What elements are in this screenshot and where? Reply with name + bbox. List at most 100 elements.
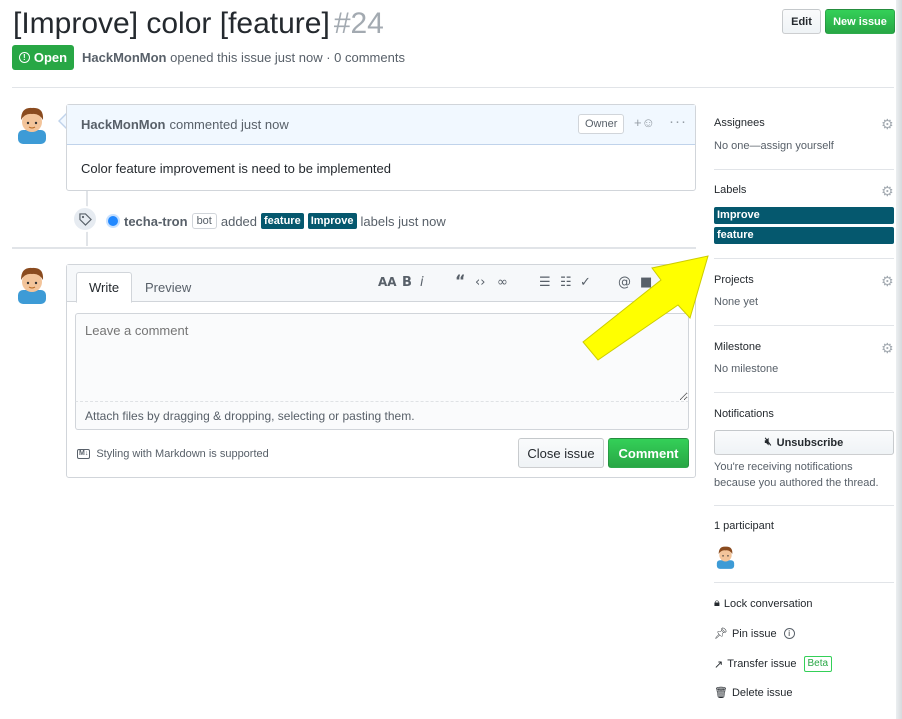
notifications-text: You're receiving notifications because y… — [714, 461, 879, 489]
window-edge — [896, 0, 902, 719]
tab-preview[interactable]: Preview — [133, 272, 203, 303]
header-divider — [12, 87, 894, 88]
comment: HackMonMon commented just now Owner +☺ ·… — [66, 104, 696, 191]
labels-heading[interactable]: Labels — [714, 184, 894, 196]
issue-opened-icon: ! — [18, 52, 30, 63]
issue-state-badge: ! Open — [12, 45, 74, 70]
saved-reply-icon[interactable]: ■ — [640, 275, 652, 290]
event-actor-link[interactable]: techa-tron — [124, 214, 188, 229]
trash-icon: 🗑︎ — [714, 687, 728, 699]
lock-label: Lock conversation — [723, 597, 813, 610]
sidebar-milestone: Milestone ⚙ No milestone — [714, 341, 894, 377]
add-reaction-icon[interactable]: +☺ — [634, 115, 655, 130]
issue-title: [Improve] color [feature] #24 — [13, 4, 384, 44]
task-list-icon[interactable]: ✓ — [580, 275, 591, 290]
unsubscribe-button[interactable]: 🔇︎ Unsubscribe — [714, 430, 894, 455]
info-icon[interactable]: i — [783, 628, 795, 639]
close-issue-button[interactable]: Close issue — [518, 438, 604, 468]
sidebar-divider — [714, 582, 894, 583]
event-label-improve[interactable]: Improve — [307, 213, 357, 229]
delete-label: Delete issue — [731, 686, 793, 699]
markdown-hint-text: Styling with Markdown is supported — [96, 448, 269, 460]
more-options-icon[interactable]: ··· — [669, 113, 687, 130]
new-comment-form: Write Preview AA B i “ ‹› ∞ ☰ ☷ ✓ @ ■ At… — [66, 264, 696, 478]
pin-label: Pin issue — [731, 627, 777, 640]
beta-badge: Beta — [803, 656, 833, 672]
notifications-heading: Notifications — [714, 408, 774, 420]
sidebar-divider — [714, 325, 894, 326]
author-avatar[interactable] — [15, 104, 49, 144]
numbered-list-icon[interactable]: ☷ — [560, 275, 572, 290]
assignees-text[interactable]: No one—assign yourself — [714, 138, 894, 154]
projects-gear-icon[interactable]: ⚙ — [881, 274, 894, 290]
state-label: Open — [33, 50, 68, 65]
event-suffix[interactable]: labels just now — [361, 214, 446, 229]
comment-timestamp[interactable]: commented just now — [170, 117, 289, 132]
comment-header: HackMonMon commented just now Owner +☺ ·… — [67, 105, 695, 145]
assignees-gear-icon[interactable]: ⚙ — [881, 117, 894, 133]
sidebar-divider — [714, 392, 894, 393]
milestone-gear-icon[interactable]: ⚙ — [881, 341, 894, 357]
italic-icon[interactable]: i — [420, 275, 424, 290]
file-attach-hint[interactable]: Attach files by dragging & dropping, sel… — [75, 402, 689, 430]
code-icon[interactable]: ‹› — [475, 275, 485, 290]
current-user-avatar[interactable] — [15, 264, 49, 304]
tab-write[interactable]: Write — [76, 272, 133, 303]
comment-body: Color feature improvement is need to be … — [81, 161, 391, 176]
markdown-hint[interactable]: M↓ Styling with Markdown is supported — [77, 448, 269, 460]
issue-author-link[interactable]: HackMonMon — [82, 50, 167, 65]
bot-avatar[interactable] — [106, 214, 120, 228]
link-icon[interactable]: ∞ — [497, 275, 508, 290]
milestone-text: No milestone — [714, 363, 779, 375]
issue-meta: HackMonMon opened this issue just now · … — [82, 50, 405, 65]
issue-number: #24 — [333, 7, 384, 40]
mention-icon[interactable]: @ — [618, 275, 631, 290]
milestone-heading[interactable]: Milestone — [714, 341, 894, 353]
event-label-feature[interactable]: feature — [261, 213, 304, 229]
quote-icon[interactable]: “ — [455, 271, 466, 290]
markdown-icon: M↓ — [77, 449, 91, 459]
mute-icon: 🔇︎ — [764, 436, 772, 448]
sidebar-divider — [714, 169, 894, 170]
participants-heading: 1 participant — [714, 520, 774, 532]
header-text-icon[interactable]: AA — [378, 275, 397, 289]
bulleted-list-icon[interactable]: ☰ — [539, 275, 551, 290]
bold-icon[interactable]: B — [402, 275, 412, 290]
transfer-issue-link[interactable]: ↗ Transfer issue Beta — [714, 656, 833, 672]
pin-icon: 📌︎ — [714, 628, 728, 640]
sidebar-label-feature[interactable]: feature — [714, 227, 894, 244]
issue-title-text: [Improve] color [feature] — [13, 7, 330, 40]
sidebar-participants: 1 participant — [714, 520, 894, 532]
lock-conversation-link[interactable]: 🔒︎ Lock conversation — [714, 597, 813, 610]
sidebar-projects: Projects ⚙ None yet — [714, 274, 894, 310]
projects-text: None yet — [714, 296, 759, 308]
projects-heading[interactable]: Projects — [714, 274, 894, 286]
sidebar-assignees: Assignees ⚙ No one—assign yourself — [714, 117, 894, 154]
pin-issue-link[interactable]: 📌︎ Pin issue i — [714, 627, 795, 640]
tag-icon-svg — [78, 212, 92, 226]
new-issue-button[interactable]: New issue — [825, 9, 895, 34]
comment-button[interactable]: Comment — [608, 438, 689, 468]
lock-icon: 🔒︎ — [714, 597, 720, 609]
assignees-heading[interactable]: Assignees — [714, 117, 894, 129]
comment-author-link[interactable]: HackMonMon — [81, 117, 166, 132]
comment-textarea[interactable] — [75, 313, 689, 402]
tag-icon — [72, 206, 98, 232]
notifications-reason: You're receiving notifications because y… — [714, 459, 894, 491]
labels-gear-icon[interactable]: ⚙ — [881, 184, 894, 200]
event-verb: added — [220, 213, 258, 229]
issue-meta-text: opened this issue just now · 0 comments — [170, 50, 405, 65]
timeline-divider — [12, 247, 696, 249]
label-event: techa-tron bot added feature Improve lab… — [106, 213, 446, 229]
owner-badge: Owner — [578, 114, 625, 134]
sidebar-labels: Labels ⚙ Improve feature — [714, 184, 894, 244]
bot-badge: bot — [191, 213, 217, 229]
sidebar-divider — [714, 258, 894, 259]
edit-button[interactable]: Edit — [782, 9, 821, 34]
sidebar-label-improve[interactable]: Improve — [714, 207, 894, 224]
delete-issue-link[interactable]: 🗑︎ Delete issue — [714, 686, 793, 700]
unsubscribe-label: Unsubscribe — [776, 436, 844, 449]
participant-avatar[interactable] — [715, 544, 736, 569]
sidebar-notifications: Notifications — [714, 408, 894, 420]
sidebar-divider — [714, 505, 894, 506]
